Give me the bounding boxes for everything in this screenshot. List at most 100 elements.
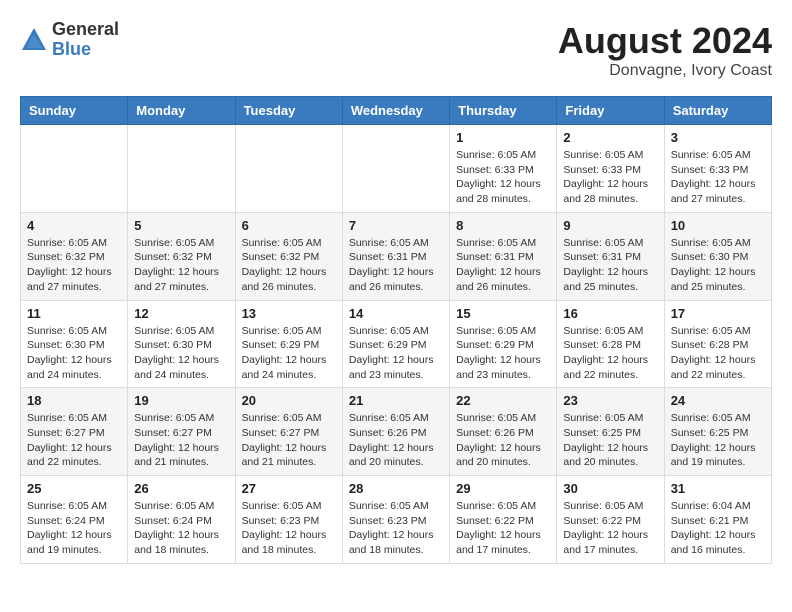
day-number: 12 bbox=[134, 306, 228, 321]
day-info: Sunrise: 6:05 AM Sunset: 6:31 PM Dayligh… bbox=[563, 236, 657, 295]
calendar-cell: 5 Sunrise: 6:05 AM Sunset: 6:32 PM Daylig… bbox=[128, 212, 235, 300]
day-number: 25 bbox=[27, 481, 121, 496]
day-info: Sunrise: 6:05 AM Sunset: 6:22 PM Dayligh… bbox=[456, 499, 550, 558]
calendar-cell: 27Sunrise: 6:05 AM Sunset: 6:23 PM Dayli… bbox=[235, 476, 342, 564]
weekday-header-saturday: Saturday bbox=[664, 97, 771, 125]
calendar-week-3: 11 Sunrise: 6:05 AM Sunset: 6:30 PM Dayli… bbox=[21, 300, 772, 388]
calendar-body: 1 Sunrise: 6:05 AM Sunset: 6:33 PM Daylig… bbox=[21, 125, 772, 564]
day-number: 4 bbox=[27, 218, 121, 233]
calendar-cell: 28 Sunrise: 6:05 AM Sunset: 6:23 PM Dayli… bbox=[342, 476, 449, 564]
day-number: 18 bbox=[27, 393, 121, 408]
month-year: August 2024 bbox=[558, 20, 772, 62]
day-info: Sunrise: 6:04 AM Sunset: 6:21 PM Dayligh… bbox=[671, 499, 765, 558]
day-info: Sunrise: 6:05 AM Sunset: 6:25 PM Dayligh… bbox=[563, 411, 657, 470]
logo-blue-text: Blue bbox=[52, 40, 119, 60]
logo: General Blue bbox=[20, 20, 119, 60]
day-info: Sunrise: 6:05 AM Sunset: 6:30 PM Dayligh… bbox=[134, 324, 228, 383]
calendar-cell: 16Sunrise: 6:05 AM Sunset: 6:28 PM Dayli… bbox=[557, 300, 664, 388]
day-number: 3 bbox=[671, 130, 765, 145]
day-info: Sunrise: 6:05 AM Sunset: 6:30 PM Dayligh… bbox=[671, 236, 765, 295]
day-info: Sunrise: 6:05 AM Sunset: 6:24 PM Dayligh… bbox=[27, 499, 121, 558]
day-number: 24 bbox=[671, 393, 765, 408]
day-number: 13 bbox=[242, 306, 336, 321]
weekday-header-wednesday: Wednesday bbox=[342, 97, 449, 125]
day-info: Sunrise: 6:05 AM Sunset: 6:23 PM Dayligh… bbox=[349, 499, 443, 558]
calendar-cell: 9 Sunrise: 6:05 AM Sunset: 6:31 PM Daylig… bbox=[557, 212, 664, 300]
calendar-cell: 22Sunrise: 6:05 AM Sunset: 6:26 PM Dayli… bbox=[450, 388, 557, 476]
day-info: Sunrise: 6:05 AM Sunset: 6:33 PM Dayligh… bbox=[671, 148, 765, 207]
day-number: 28 bbox=[349, 481, 443, 496]
day-number: 20 bbox=[242, 393, 336, 408]
calendar-cell bbox=[342, 125, 449, 213]
calendar-cell: 2Sunrise: 6:05 AM Sunset: 6:33 PM Daylig… bbox=[557, 125, 664, 213]
calendar-cell: 11 Sunrise: 6:05 AM Sunset: 6:30 PM Dayli… bbox=[21, 300, 128, 388]
day-number: 6 bbox=[242, 218, 336, 233]
day-number: 10 bbox=[671, 218, 765, 233]
day-info: Sunrise: 6:05 AM Sunset: 6:27 PM Dayligh… bbox=[27, 411, 121, 470]
weekday-header-friday: Friday bbox=[557, 97, 664, 125]
calendar-cell: 25 Sunrise: 6:05 AM Sunset: 6:24 PM Dayli… bbox=[21, 476, 128, 564]
day-info: Sunrise: 6:05 AM Sunset: 6:26 PM Dayligh… bbox=[456, 411, 550, 470]
day-info: Sunrise: 6:05 AM Sunset: 6:32 PM Dayligh… bbox=[134, 236, 228, 295]
day-info: Sunrise: 6:05 AM Sunset: 6:31 PM Dayligh… bbox=[349, 236, 443, 295]
logo-icon bbox=[20, 26, 48, 54]
day-number: 23 bbox=[563, 393, 657, 408]
calendar-cell: 17Sunrise: 6:05 AM Sunset: 6:28 PM Dayli… bbox=[664, 300, 771, 388]
calendar-cell: 10 Sunrise: 6:05 AM Sunset: 6:30 PM Dayli… bbox=[664, 212, 771, 300]
day-number: 1 bbox=[456, 130, 550, 145]
calendar-cell bbox=[235, 125, 342, 213]
calendar-cell: 19Sunrise: 6:05 AM Sunset: 6:27 PM Dayli… bbox=[128, 388, 235, 476]
weekday-header-tuesday: Tuesday bbox=[235, 97, 342, 125]
calendar-cell: 14Sunrise: 6:05 AM Sunset: 6:29 PM Dayli… bbox=[342, 300, 449, 388]
calendar-cell: 4 Sunrise: 6:05 AM Sunset: 6:32 PM Daylig… bbox=[21, 212, 128, 300]
day-number: 19 bbox=[134, 393, 228, 408]
calendar-cell: 21 Sunrise: 6:05 AM Sunset: 6:26 PM Dayli… bbox=[342, 388, 449, 476]
day-info: Sunrise: 6:05 AM Sunset: 6:25 PM Dayligh… bbox=[671, 411, 765, 470]
day-number: 8 bbox=[456, 218, 550, 233]
logo-general-text: General bbox=[52, 20, 119, 40]
logo-text: General Blue bbox=[52, 20, 119, 60]
day-number: 21 bbox=[349, 393, 443, 408]
weekday-header-thursday: Thursday bbox=[450, 97, 557, 125]
day-info: Sunrise: 6:05 AM Sunset: 6:30 PM Dayligh… bbox=[27, 324, 121, 383]
day-info: Sunrise: 6:05 AM Sunset: 6:26 PM Dayligh… bbox=[349, 411, 443, 470]
day-number: 5 bbox=[134, 218, 228, 233]
calendar-cell: 12 Sunrise: 6:05 AM Sunset: 6:30 PM Dayli… bbox=[128, 300, 235, 388]
day-info: Sunrise: 6:05 AM Sunset: 6:29 PM Dayligh… bbox=[349, 324, 443, 383]
calendar-cell: 26Sunrise: 6:05 AM Sunset: 6:24 PM Dayli… bbox=[128, 476, 235, 564]
day-number: 7 bbox=[349, 218, 443, 233]
day-info: Sunrise: 6:05 AM Sunset: 6:29 PM Dayligh… bbox=[456, 324, 550, 383]
day-number: 15 bbox=[456, 306, 550, 321]
calendar-cell: 7 Sunrise: 6:05 AM Sunset: 6:31 PM Daylig… bbox=[342, 212, 449, 300]
calendar-cell: 18 Sunrise: 6:05 AM Sunset: 6:27 PM Dayli… bbox=[21, 388, 128, 476]
title-area: August 2024 Donvagne, Ivory Coast bbox=[558, 20, 772, 80]
calendar-week-5: 25 Sunrise: 6:05 AM Sunset: 6:24 PM Dayli… bbox=[21, 476, 772, 564]
weekday-header-monday: Monday bbox=[128, 97, 235, 125]
day-info: Sunrise: 6:05 AM Sunset: 6:33 PM Dayligh… bbox=[456, 148, 550, 207]
day-info: Sunrise: 6:05 AM Sunset: 6:32 PM Dayligh… bbox=[242, 236, 336, 295]
calendar-cell: 30Sunrise: 6:05 AM Sunset: 6:22 PM Dayli… bbox=[557, 476, 664, 564]
day-number: 31 bbox=[671, 481, 765, 496]
day-number: 29 bbox=[456, 481, 550, 496]
calendar-cell: 23 Sunrise: 6:05 AM Sunset: 6:25 PM Dayli… bbox=[557, 388, 664, 476]
day-info: Sunrise: 6:05 AM Sunset: 6:28 PM Dayligh… bbox=[671, 324, 765, 383]
day-info: Sunrise: 6:05 AM Sunset: 6:22 PM Dayligh… bbox=[563, 499, 657, 558]
calendar-cell: 24 Sunrise: 6:05 AM Sunset: 6:25 PM Dayli… bbox=[664, 388, 771, 476]
calendar-cell: 15 Sunrise: 6:05 AM Sunset: 6:29 PM Dayli… bbox=[450, 300, 557, 388]
day-number: 9 bbox=[563, 218, 657, 233]
calendar-cell: 6 Sunrise: 6:05 AM Sunset: 6:32 PM Daylig… bbox=[235, 212, 342, 300]
day-number: 16 bbox=[563, 306, 657, 321]
day-info: Sunrise: 6:05 AM Sunset: 6:23 PM Dayligh… bbox=[242, 499, 336, 558]
day-info: Sunrise: 6:05 AM Sunset: 6:32 PM Dayligh… bbox=[27, 236, 121, 295]
day-info: Sunrise: 6:05 AM Sunset: 6:24 PM Dayligh… bbox=[134, 499, 228, 558]
day-info: Sunrise: 6:05 AM Sunset: 6:33 PM Dayligh… bbox=[563, 148, 657, 207]
weekday-row: SundayMondayTuesdayWednesdayThursdayFrid… bbox=[21, 97, 772, 125]
calendar-header: SundayMondayTuesdayWednesdayThursdayFrid… bbox=[21, 97, 772, 125]
calendar: SundayMondayTuesdayWednesdayThursdayFrid… bbox=[20, 96, 772, 564]
day-number: 11 bbox=[27, 306, 121, 321]
calendar-cell: 31 Sunrise: 6:04 AM Sunset: 6:21 PM Dayli… bbox=[664, 476, 771, 564]
day-info: Sunrise: 6:05 AM Sunset: 6:27 PM Dayligh… bbox=[242, 411, 336, 470]
calendar-cell: 29 Sunrise: 6:05 AM Sunset: 6:22 PM Dayli… bbox=[450, 476, 557, 564]
calendar-week-4: 18 Sunrise: 6:05 AM Sunset: 6:27 PM Dayli… bbox=[21, 388, 772, 476]
calendar-cell: 13Sunrise: 6:05 AM Sunset: 6:29 PM Dayli… bbox=[235, 300, 342, 388]
